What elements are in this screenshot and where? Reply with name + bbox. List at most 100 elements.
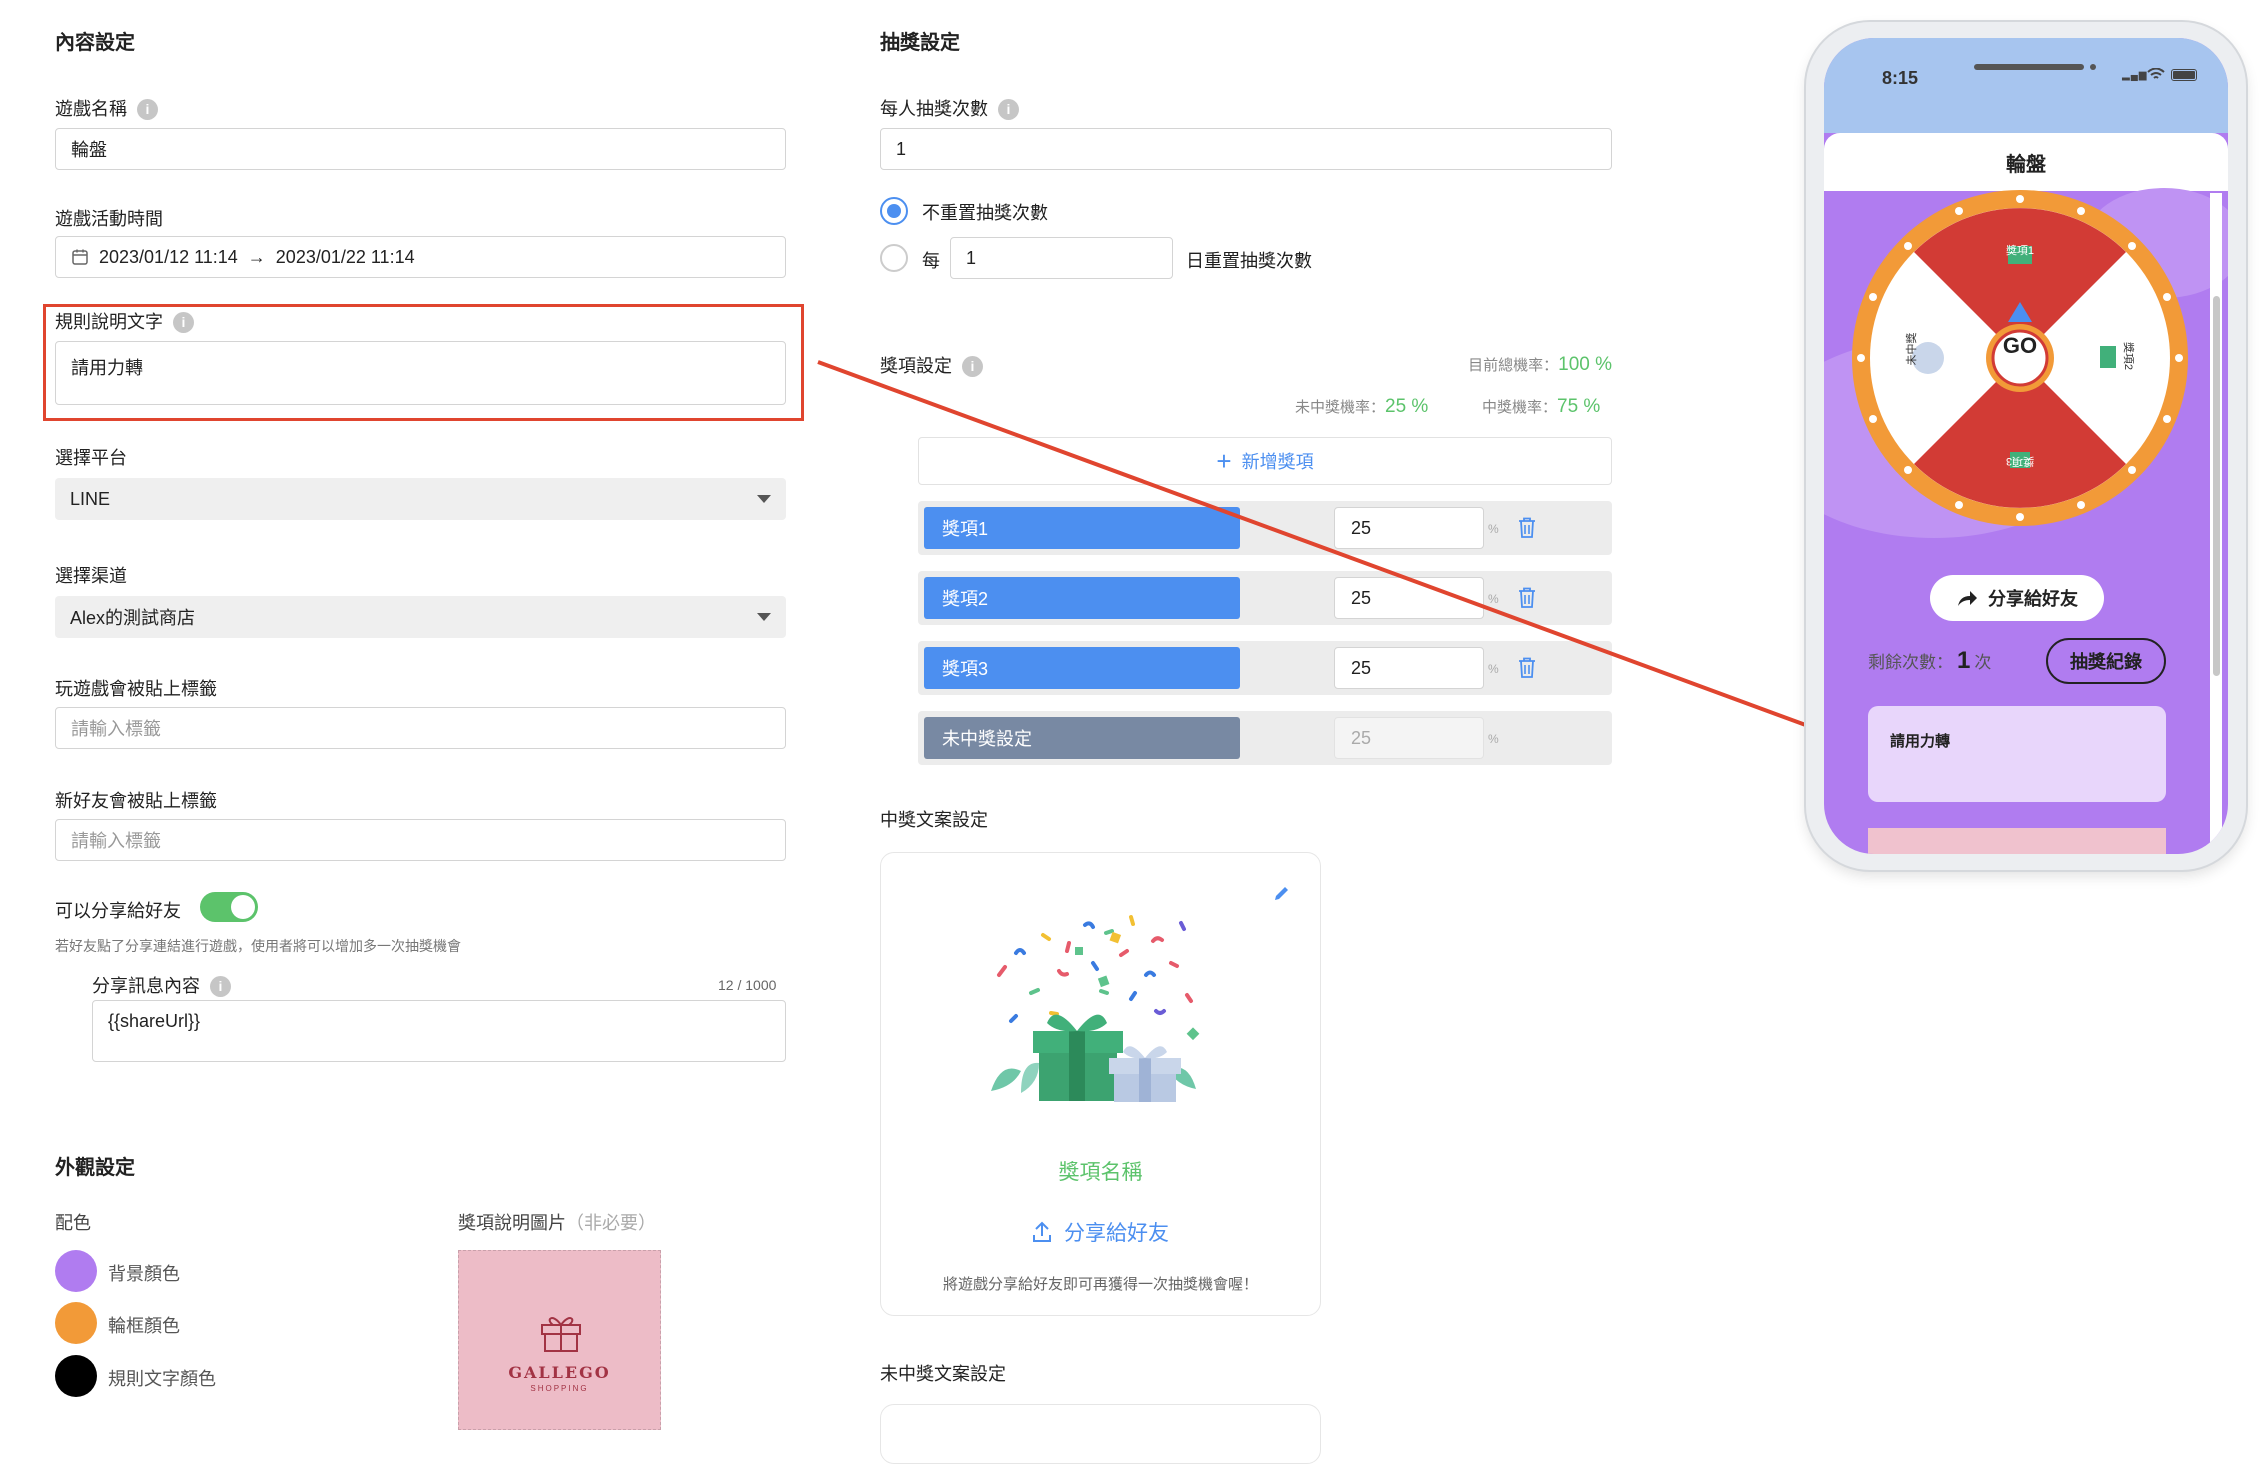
notch-camera	[2090, 64, 2096, 70]
prize-image-optional: （非必要）	[566, 1213, 656, 1233]
add-prize-button[interactable]: + 新增獎項	[918, 437, 1612, 485]
prize-image-upload[interactable]: GALLEGO SHOPPING	[458, 1250, 661, 1430]
wheel-label-miss: 未中獎	[1906, 332, 1918, 366]
share-msg-count: 12 / 1000	[718, 977, 777, 993]
edit-pencil-icon[interactable]	[1272, 883, 1292, 903]
every-label: 每	[922, 251, 940, 271]
phone-frame: 8:15 ▂▄▆ 輪盤 GO 獎項1 獎項2 獎項3 未中獎 分享給好友 剩餘次…	[1806, 22, 2246, 870]
wheel-label-1: 獎項1	[2005, 245, 2035, 257]
prize-row-miss: 未中獎設定 25 %	[918, 711, 1612, 765]
miss-copy-card	[880, 1404, 1321, 1464]
radio-every[interactable]	[880, 244, 908, 272]
time-start: 2023/01/12 11:14	[99, 246, 238, 267]
per-person-label-text: 每人抽獎次數	[880, 99, 988, 119]
every-days-input[interactable]: 1	[950, 237, 1173, 279]
play-tag-input[interactable]: 請輸入標籤	[55, 707, 786, 749]
go-button[interactable]: GO	[1981, 333, 2059, 359]
confetti-gift-illustration	[991, 915, 1200, 1102]
phone-bottom-banner	[1868, 828, 2166, 854]
wheel-label-2: 獎項2	[2122, 341, 2134, 371]
prize-name-3[interactable]: 獎項3	[924, 647, 1240, 689]
trash-icon[interactable]	[1518, 517, 1536, 539]
add-prize-label: 新增獎項	[1241, 452, 1314, 472]
logo-brand: GALLEGO	[508, 1363, 611, 1382]
miss-prize-name[interactable]: 未中獎設定	[924, 717, 1240, 759]
phone-share-label: 分享給好友	[1988, 589, 2078, 609]
draw-settings-heading: 抽獎設定	[880, 32, 960, 54]
wheel-label-3: 獎項3	[2005, 455, 2035, 467]
pct-unit: %	[1488, 522, 1499, 536]
arrow-right-icon: →	[247, 246, 266, 267]
game-name-input[interactable]: 輪盤	[55, 128, 786, 170]
info-icon[interactable]: i	[998, 99, 1019, 120]
remain-label: 剩餘次數：	[1868, 653, 1953, 672]
prize-pct-input-1[interactable]: 25	[1334, 507, 1484, 549]
highlight-box	[43, 304, 804, 421]
share-toggle[interactable]	[200, 892, 258, 922]
records-button[interactable]: 抽獎紀錄	[2046, 638, 2166, 684]
prize-pct-input-2[interactable]: 25	[1334, 577, 1484, 619]
win-copy-heading: 中獎文案設定	[880, 810, 988, 830]
phone-screen: 8:15 ▂▄▆ 輪盤 GO 獎項1 獎項2 獎項3 未中獎 分享給好友 剩餘次…	[1824, 38, 2228, 854]
scrollbar-thumb[interactable]	[2213, 296, 2220, 676]
share-label: 可以分享給好友	[55, 901, 181, 921]
win-share-button[interactable]: 分享給好友	[881, 1217, 1320, 1247]
rule-text-color-swatch[interactable]	[55, 1355, 97, 1397]
trash-icon[interactable]	[1518, 657, 1536, 679]
bg-color-swatch[interactable]	[55, 1250, 97, 1292]
time-label: 遊戲活動時間	[55, 209, 163, 229]
remain-unit: 次	[1974, 653, 1992, 672]
time-end: 2023/01/22 11:14	[275, 246, 415, 267]
radio-no-reset[interactable]	[880, 197, 908, 225]
notch-speaker	[1974, 64, 2084, 70]
hit-probability: 中獎機率：75 %	[1482, 396, 1600, 418]
share-msg-label-text: 分享訊息內容	[92, 976, 200, 996]
upload-icon	[1033, 1221, 1051, 1242]
hit-label: 中獎機率：	[1482, 399, 1558, 416]
prize-image-label: 獎項說明圖片（非必要）	[458, 1209, 656, 1235]
miss-label: 未中獎機率：	[1295, 399, 1386, 416]
prize-pct-input-3[interactable]: 25	[1334, 647, 1484, 689]
status-time: 8:15	[1882, 68, 1919, 88]
remaining-count: 剩餘次數： 1 次	[1868, 647, 1991, 675]
trash-icon[interactable]	[1518, 587, 1536, 609]
caret-down-icon	[757, 495, 771, 503]
channel-select[interactable]: Alex的測試商店	[55, 596, 786, 638]
info-icon[interactable]: i	[210, 976, 231, 997]
hit-value: 75 %	[1557, 396, 1601, 417]
rule-text-color-label: 規則文字顏色	[108, 1369, 216, 1389]
per-person-input[interactable]: 1	[880, 128, 1612, 170]
friend-tag-input[interactable]: 請輸入標籤	[55, 819, 786, 861]
wifi-icon	[2147, 68, 2165, 79]
prize-name-1[interactable]: 獎項1	[924, 507, 1240, 549]
platform-label: 選擇平台	[55, 448, 127, 468]
pct-unit: %	[1488, 592, 1499, 606]
prize-row-1: 獎項1 25 %	[918, 501, 1612, 555]
bg-color-label: 背景顏色	[108, 1264, 180, 1284]
frame-color-swatch[interactable]	[55, 1302, 97, 1344]
channel-label: 選擇渠道	[55, 566, 127, 586]
pct-unit: %	[1488, 662, 1499, 676]
info-icon[interactable]: i	[137, 99, 158, 120]
info-icon[interactable]: i	[962, 356, 983, 377]
phone-share-button[interactable]: 分享給好友	[1930, 575, 2104, 621]
appearance-heading: 外觀設定	[55, 1157, 135, 1179]
toggle-knob	[231, 895, 255, 919]
gift-icon	[541, 1317, 581, 1352]
prize-row-3: 獎項3 25 %	[918, 641, 1612, 695]
pct-unit: %	[1488, 732, 1499, 746]
share-msg-textarea[interactable]: {{shareUrl}}	[92, 1000, 786, 1062]
prize-name-2[interactable]: 獎項2	[924, 577, 1240, 619]
caret-down-icon	[757, 613, 771, 621]
calendar-icon	[72, 249, 88, 265]
time-range-picker[interactable]: 2023/01/12 11:14 → 2023/01/22 11:14	[55, 236, 786, 278]
total-probability: 目前總機率：100 %	[1468, 354, 1612, 376]
battery-icon	[2171, 69, 2197, 81]
total-value: 100 %	[1558, 354, 1612, 375]
remain-value: 1	[1957, 647, 1971, 674]
game-name-label-text: 遊戲名稱	[55, 99, 127, 119]
per-person-label: 每人抽獎次數 i	[880, 95, 1019, 121]
platform-select[interactable]: LINE	[55, 478, 786, 520]
win-copy-card: 獎項名稱 分享給好友 將遊戲分享給好友即可再獲得一次抽獎機會喔！	[880, 852, 1321, 1316]
radio-dot	[887, 204, 901, 218]
